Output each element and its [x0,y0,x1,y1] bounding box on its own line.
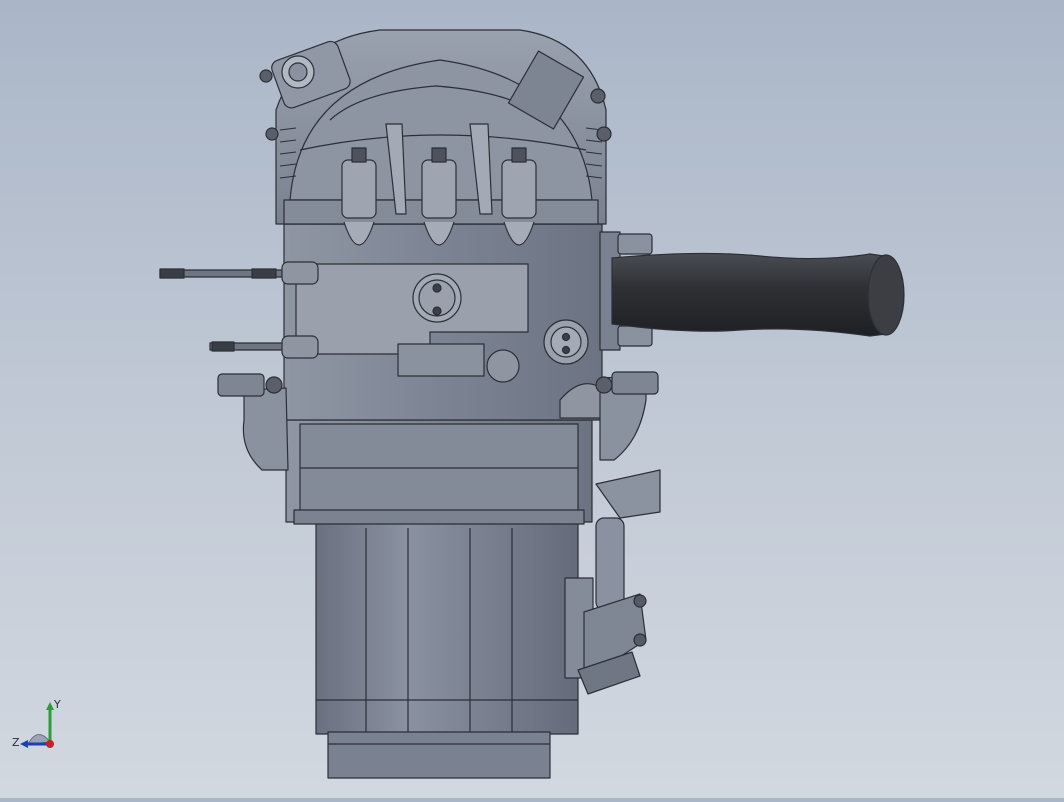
z-axis-label: Z [12,736,20,749]
plug-well-3 [501,159,537,219]
plug-well-1 [341,159,377,219]
axis-triad: Y Z [8,698,64,758]
x-axis-icon [46,740,54,748]
3d-viewport[interactable] [0,0,1064,798]
intake-hose [611,252,896,337]
bottom-flange [327,731,551,779]
plug-well-2 [421,159,457,219]
lower-housing [315,521,579,735]
engine-model[interactable] [0,0,1064,798]
y-axis-label: Y [53,698,61,711]
